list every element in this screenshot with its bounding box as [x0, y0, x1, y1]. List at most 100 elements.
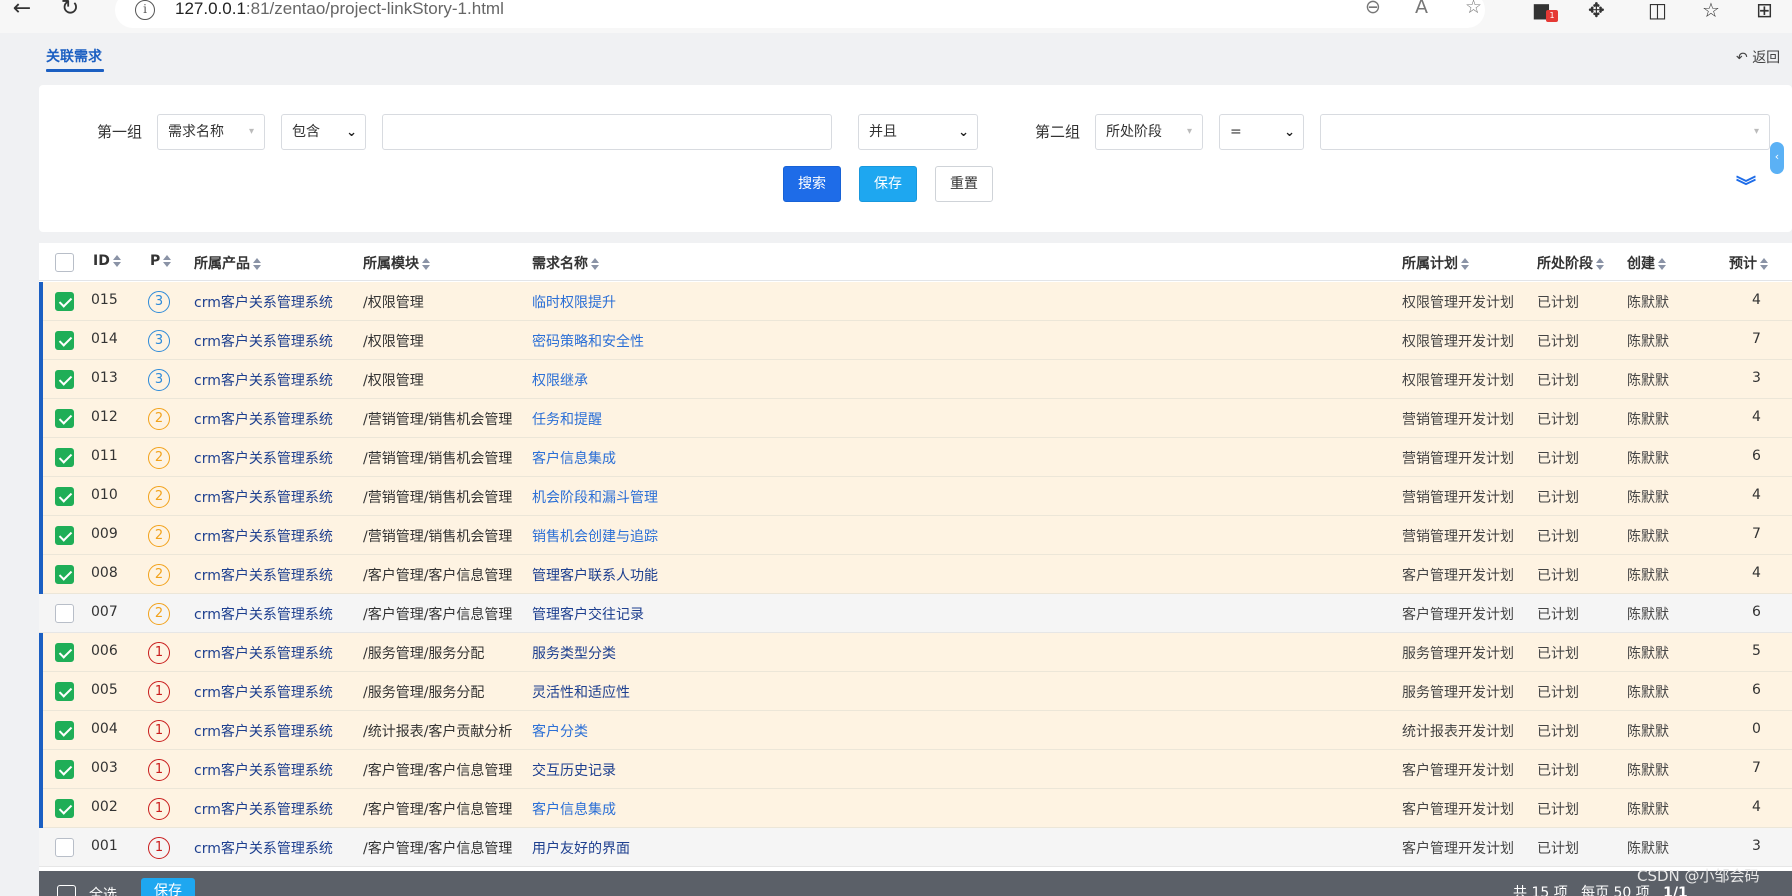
- info-icon[interactable]: i: [135, 0, 155, 20]
- table-row[interactable]: 009 2 crm客户关系管理系统/营销管理/销售机会管理 销售机会创建与追踪 营销管理…: [39, 516, 1792, 555]
- row-checkbox[interactable]: [55, 370, 74, 389]
- logic-select[interactable]: 并且 ⌄: [858, 114, 978, 150]
- table-row[interactable]: 003 1 crm客户关系管理系统/客户管理/客户信息管理 交互历史记录 客户管理开发计…: [39, 750, 1792, 789]
- cell-story-name[interactable]: 任务和提醒: [532, 409, 602, 429]
- row-checkbox[interactable]: [55, 331, 74, 350]
- table-row[interactable]: 006 1 crm客户关系管理系统/服务管理/服务分配 服务类型分类 服务管理开发计划 已…: [39, 633, 1792, 672]
- row-checkbox[interactable]: [55, 604, 74, 623]
- cell-product[interactable]: crm客户关系管理系统: [194, 487, 333, 507]
- link-save-button[interactable]: 保存: [141, 878, 195, 896]
- col-name[interactable]: 需求名称: [532, 253, 600, 273]
- group1-operator-select[interactable]: 包含 ⌄: [281, 114, 366, 150]
- cell-product[interactable]: crm客户关系管理系统: [194, 526, 333, 546]
- save-query-button[interactable]: 保存: [859, 166, 917, 202]
- url-text[interactable]: 127.0.0.1:81/zentao/project-linkStory-1.…: [175, 0, 504, 19]
- col-stage[interactable]: 所处阶段: [1537, 253, 1605, 273]
- group1-value-input[interactable]: [382, 114, 832, 150]
- reload-icon[interactable]: ↻: [54, 0, 86, 22]
- row-checkbox[interactable]: [55, 448, 74, 467]
- table-row[interactable]: 001 1 crm客户关系管理系统/客户管理/客户信息管理 用户友好的界面 客户管理开发…: [39, 828, 1792, 867]
- group2-field-select[interactable]: 所处阶段 ▾: [1095, 114, 1203, 150]
- address-bar[interactable]: i 127.0.0.1:81/zentao/project-linkStory-…: [115, 0, 1485, 28]
- row-checkbox[interactable]: [55, 643, 74, 662]
- puzzle-icon[interactable]: ✥: [1588, 0, 1605, 22]
- row-checkbox[interactable]: [55, 409, 74, 428]
- arrow-left-icon[interactable]: ←: [6, 0, 38, 22]
- row-checkbox[interactable]: [55, 526, 74, 545]
- row-checkbox[interactable]: [55, 292, 74, 311]
- cell-product[interactable]: crm客户关系管理系统: [194, 721, 333, 741]
- select-all-label[interactable]: 全选: [89, 884, 117, 896]
- table-row[interactable]: 004 1 crm客户关系管理系统/统计报表/客户贡献分析 客户分类 统计报表开发计划 已…: [39, 711, 1792, 750]
- table-row[interactable]: 015 3 crm客户关系管理系统/权限管理 临时权限提升 权限管理开发计划 已计划 陈默默…: [39, 282, 1792, 321]
- group1-field-select[interactable]: 需求名称 ▾: [157, 114, 265, 150]
- cell-story-name[interactable]: 服务类型分类: [532, 643, 616, 663]
- cell-story-name[interactable]: 销售机会创建与追踪: [532, 526, 658, 546]
- side-collapse-tab[interactable]: ‹: [1770, 142, 1784, 174]
- cell-product[interactable]: crm客户关系管理系统: [194, 760, 333, 780]
- cell-story-name[interactable]: 权限继承: [532, 370, 588, 390]
- table-row[interactable]: 013 3 crm客户关系管理系统/权限管理 权限继承 权限管理开发计划 已计划 陈默默 3: [39, 360, 1792, 399]
- favorites-icon[interactable]: ☆: [1702, 0, 1720, 22]
- table-row[interactable]: 011 2 crm客户关系管理系统/营销管理/销售机会管理 客户信息集成 营销管理开发计…: [39, 438, 1792, 477]
- cell-story-name[interactable]: 客户信息集成: [532, 799, 616, 819]
- table-row[interactable]: 012 2 crm客户关系管理系统/营销管理/销售机会管理 任务和提醒 营销管理开发计划…: [39, 399, 1792, 438]
- cell-product[interactable]: crm客户关系管理系统: [194, 370, 333, 390]
- row-checkbox[interactable]: [55, 682, 74, 701]
- row-checkbox[interactable]: [55, 760, 74, 779]
- search-button[interactable]: 搜索: [783, 166, 841, 202]
- cell-product[interactable]: crm客户关系管理系统: [194, 643, 333, 663]
- pager-per-page[interactable]: 每页 50 项: [1581, 885, 1650, 896]
- read-aloud-icon[interactable]: A: [1415, 0, 1428, 18]
- row-checkbox[interactable]: [55, 565, 74, 584]
- cell-product[interactable]: crm客户关系管理系统: [194, 448, 333, 468]
- double-chevron-down-icon[interactable]: ︾: [1736, 170, 1756, 199]
- cell-product[interactable]: crm客户关系管理系统: [194, 409, 333, 429]
- cell-product[interactable]: crm客户关系管理系统: [194, 682, 333, 702]
- col-module[interactable]: 所属模块: [363, 253, 431, 273]
- cell-story-name[interactable]: 密码策略和安全性: [532, 331, 644, 351]
- select-all-checkbox[interactable]: [57, 885, 76, 896]
- row-checkbox[interactable]: [55, 487, 74, 506]
- table-row[interactable]: 002 1 crm客户关系管理系统/客户管理/客户信息管理 客户信息集成 客户管理开发计…: [39, 789, 1792, 828]
- row-checkbox[interactable]: [55, 721, 74, 740]
- cell-story-name[interactable]: 管理客户交往记录: [532, 604, 644, 624]
- cell-product[interactable]: crm客户关系管理系统: [194, 292, 333, 312]
- row-checkbox[interactable]: [55, 799, 74, 818]
- cell-product[interactable]: crm客户关系管理系统: [194, 838, 333, 858]
- table-row[interactable]: 010 2 crm客户关系管理系统/营销管理/销售机会管理 机会阶段和漏斗管理 营销管理…: [39, 477, 1792, 516]
- col-plan[interactable]: 所属计划: [1402, 253, 1470, 273]
- back-button[interactable]: ↶ 返回: [1736, 47, 1780, 67]
- split-screen-icon[interactable]: ◫: [1648, 0, 1667, 22]
- cell-story-name[interactable]: 用户友好的界面: [532, 838, 630, 858]
- page-title-tab[interactable]: 关联需求: [46, 46, 102, 66]
- col-creator[interactable]: 创建: [1627, 253, 1667, 273]
- collections-icon[interactable]: ⊞: [1756, 0, 1773, 22]
- cell-story-name[interactable]: 临时权限提升: [532, 292, 616, 312]
- col-pri[interactable]: P: [150, 253, 172, 269]
- table-row[interactable]: 008 2 crm客户关系管理系统/客户管理/客户信息管理 管理客户联系人功能 客户管理…: [39, 555, 1792, 594]
- cell-product[interactable]: crm客户关系管理系统: [194, 604, 333, 624]
- col-product[interactable]: 所属产品: [194, 253, 262, 273]
- zoom-out-icon[interactable]: ⊖: [1365, 0, 1381, 18]
- row-checkbox[interactable]: [55, 838, 74, 857]
- table-row[interactable]: 005 1 crm客户关系管理系统/服务管理/服务分配 灵活性和适应性 服务管理开发计划…: [39, 672, 1792, 711]
- group2-value-select[interactable]: ▾: [1320, 114, 1770, 150]
- table-row[interactable]: 014 3 crm客户关系管理系统/权限管理 密码策略和安全性 权限管理开发计划 已计划 陈…: [39, 321, 1792, 360]
- cell-product[interactable]: crm客户关系管理系统: [194, 799, 333, 819]
- cell-story-name[interactable]: 客户分类: [532, 721, 588, 741]
- reset-button[interactable]: 重置: [935, 166, 993, 202]
- cell-story-name[interactable]: 机会阶段和漏斗管理: [532, 487, 658, 507]
- cell-story-name[interactable]: 灵活性和适应性: [532, 682, 630, 702]
- cell-story-name[interactable]: 管理客户联系人功能: [532, 565, 658, 585]
- cell-story-name[interactable]: 交互历史记录: [532, 760, 616, 780]
- cell-product[interactable]: crm客户关系管理系统: [194, 331, 333, 351]
- star-icon[interactable]: ☆: [1465, 0, 1482, 18]
- col-id[interactable]: ID: [93, 253, 122, 269]
- cell-story-name[interactable]: 客户信息集成: [532, 448, 616, 468]
- header-checkbox[interactable]: [55, 253, 74, 272]
- col-estimate[interactable]: 预计: [1729, 253, 1769, 273]
- table-row[interactable]: 007 2 crm客户关系管理系统/客户管理/客户信息管理 管理客户交往记录 客户管理开…: [39, 594, 1792, 633]
- group2-operator-select[interactable]: = ⌄: [1219, 114, 1304, 150]
- cell-product[interactable]: crm客户关系管理系统: [194, 565, 333, 585]
